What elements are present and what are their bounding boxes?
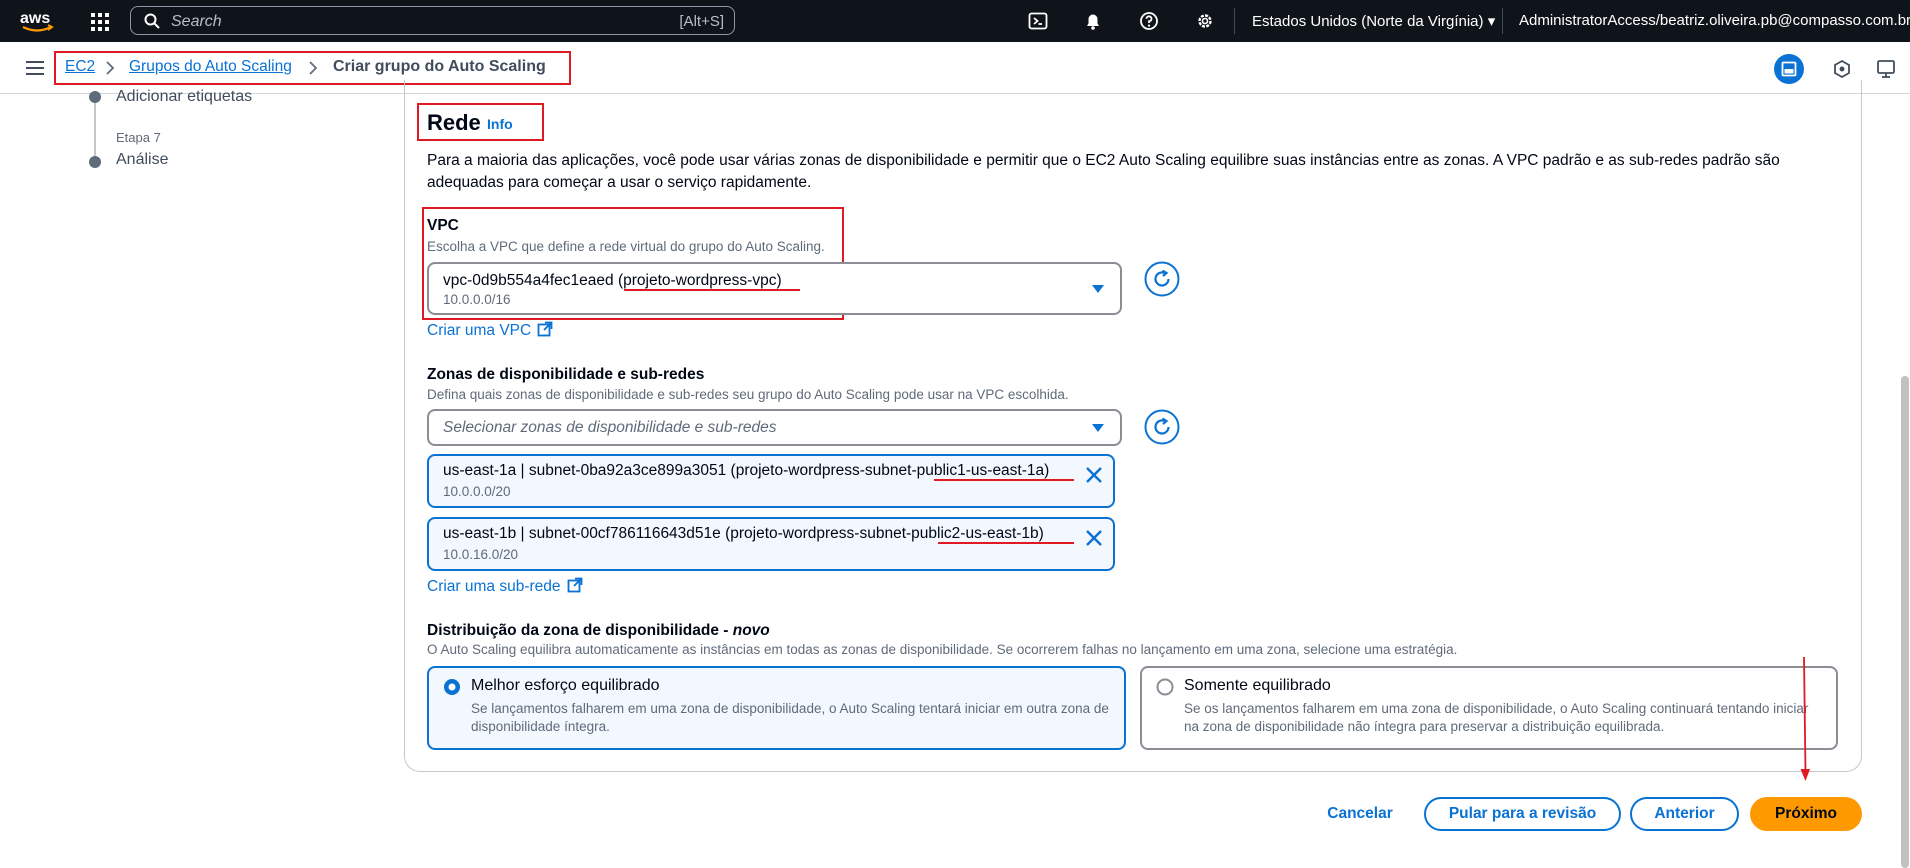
breadcrumb-item-current: Criar grupo do Auto Scaling — [333, 58, 546, 75]
cancel-button[interactable]: Cancelar — [1315, 797, 1405, 831]
account-menu[interactable]: AdministratorAccess/beatriz.oliveira.pb@… — [1519, 12, 1910, 29]
annotation-underline — [934, 479, 1074, 481]
subnet-token-value: us-east-1b | subnet-00cf786116643d51e (p… — [443, 525, 1044, 542]
zones-placeholder: Selecionar zonas de disponibilidade e su… — [443, 419, 777, 436]
external-link-icon — [537, 321, 553, 337]
subnet-token: us-east-1b | subnet-00cf786116643d51e (p… — [427, 517, 1115, 571]
search-icon — [144, 13, 160, 29]
step-number: Etapa 7 — [116, 130, 161, 145]
svg-text:aws: aws — [20, 10, 50, 27]
create-subnet-link[interactable]: Criar uma sub-rede — [427, 577, 583, 596]
screen-feedback-icon[interactable] — [1871, 54, 1901, 84]
divider — [1502, 8, 1503, 34]
chevron-down-icon: ▾ — [1487, 13, 1496, 30]
search-input[interactable]: Search [Alt+S] — [130, 6, 735, 35]
zones-select[interactable]: Selecionar zonas de disponibilidade e su… — [427, 409, 1122, 446]
chevron-right-icon — [106, 61, 115, 75]
radio-option-balanced-best-effort[interactable]: Melhor esforço equilibrado Se lançamento… — [427, 666, 1126, 750]
apps-grid-icon[interactable] — [90, 12, 110, 32]
annotation-underline — [624, 289, 800, 291]
chevron-right-icon — [309, 61, 318, 75]
subnet-token-cidr: 10.0.0.0/20 — [443, 484, 511, 499]
radio-option-description: Se lançamentos falharem em uma zona de d… — [471, 701, 1109, 734]
section-description: Para a maioria das aplicações, você pode… — [427, 152, 1780, 191]
zones-description: Defina quais zonas de disponibilidade e … — [427, 387, 1069, 402]
step-dot — [89, 156, 101, 168]
skip-to-review-button[interactable]: Pular para a revisão — [1424, 797, 1621, 831]
caret-down-icon — [1092, 424, 1104, 432]
step-title[interactable]: Adicionar etiquetas — [116, 88, 252, 106]
radio-selected-icon[interactable] — [443, 678, 461, 696]
page-title: Rede — [427, 110, 481, 135]
region-selector[interactable]: Estados Unidos (Norte da Virgínia) ▾ — [1252, 12, 1495, 30]
subnet-token: us-east-1a | subnet-0ba92a3ce899a3051 (p… — [427, 454, 1115, 508]
create-vpc-label: Criar uma VPC — [427, 322, 532, 339]
zones-label: Zonas de disponibilidade e sub-redes — [427, 366, 705, 383]
search-shortcut: [Alt+S] — [679, 13, 724, 30]
search-placeholder: Search — [171, 13, 222, 30]
scrollbar[interactable] — [1901, 376, 1909, 868]
cloudshell-icon[interactable] — [1028, 11, 1048, 31]
divider — [1234, 8, 1235, 34]
close-icon[interactable] — [1085, 529, 1103, 547]
step-title[interactable]: Análise — [116, 151, 168, 169]
info-link[interactable]: Info — [487, 116, 513, 132]
breadcrumb-item-ec2[interactable]: EC2 — [65, 58, 95, 76]
annotation-arrow — [1800, 656, 1810, 781]
vpc-label: VPC — [427, 217, 459, 234]
annotation-underline — [938, 542, 1074, 544]
vpc-description: Escolha a VPC que define a rede virtual … — [427, 239, 825, 254]
close-icon[interactable] — [1085, 466, 1103, 484]
create-subnet-label: Criar uma sub-rede — [427, 578, 561, 595]
refresh-icon[interactable] — [1144, 261, 1180, 297]
vpc-cidr: 10.0.0.0/16 — [443, 292, 511, 307]
bell-icon[interactable] — [1083, 11, 1103, 31]
caret-down-icon — [1092, 285, 1104, 293]
distribution-label-text: Distribuição da zona de disponibilidade … — [427, 622, 733, 639]
create-vpc-link[interactable]: Criar uma VPC — [427, 321, 553, 340]
help-icon[interactable] — [1139, 11, 1159, 31]
next-button[interactable]: Próximo — [1750, 797, 1862, 831]
subnet-token-cidr: 10.0.16.0/20 — [443, 547, 519, 562]
radio-option-title: Melhor esforço equilibrado — [471, 677, 660, 694]
menu-icon[interactable] — [26, 60, 44, 76]
subnet-token-value: us-east-1a | subnet-0ba92a3ce899a3051 (p… — [443, 462, 1050, 479]
region-label: Estados Unidos (Norte da Virgínia) — [1252, 13, 1484, 30]
distribution-description: O Auto Scaling equilibra automaticamente… — [427, 642, 1458, 657]
breadcrumb-item-auto-scaling-groups[interactable]: Grupos do Auto Scaling — [129, 58, 292, 76]
radio-option-balanced-only[interactable]: Somente equilibrado Se os lançamentos fa… — [1140, 666, 1838, 750]
external-link-icon — [567, 577, 582, 593]
aws-logo-icon[interactable]: aws — [20, 8, 54, 34]
radio-option-description: Se os lançamentos falharem em uma zona d… — [1184, 701, 1809, 734]
refresh-icon[interactable] — [1144, 409, 1180, 445]
top-navigation-bar: aws Search [Alt+S] Estados Unidos (Norte… — [0, 0, 1910, 42]
step-dot — [89, 91, 101, 103]
new-badge: novo — [732, 622, 770, 639]
step-connector — [94, 94, 96, 162]
radio-unselected-icon[interactable] — [1156, 678, 1174, 696]
gear-icon[interactable] — [1195, 11, 1215, 31]
distribution-label: Distribuição da zona de disponibilidade … — [427, 622, 770, 640]
previous-button[interactable]: Anterior — [1630, 797, 1739, 831]
vpc-selected-value: vpc-0d9b554a4fec1eaed (projeto-wordpress… — [443, 272, 782, 289]
radio-option-title: Somente equilibrado — [1184, 677, 1331, 694]
